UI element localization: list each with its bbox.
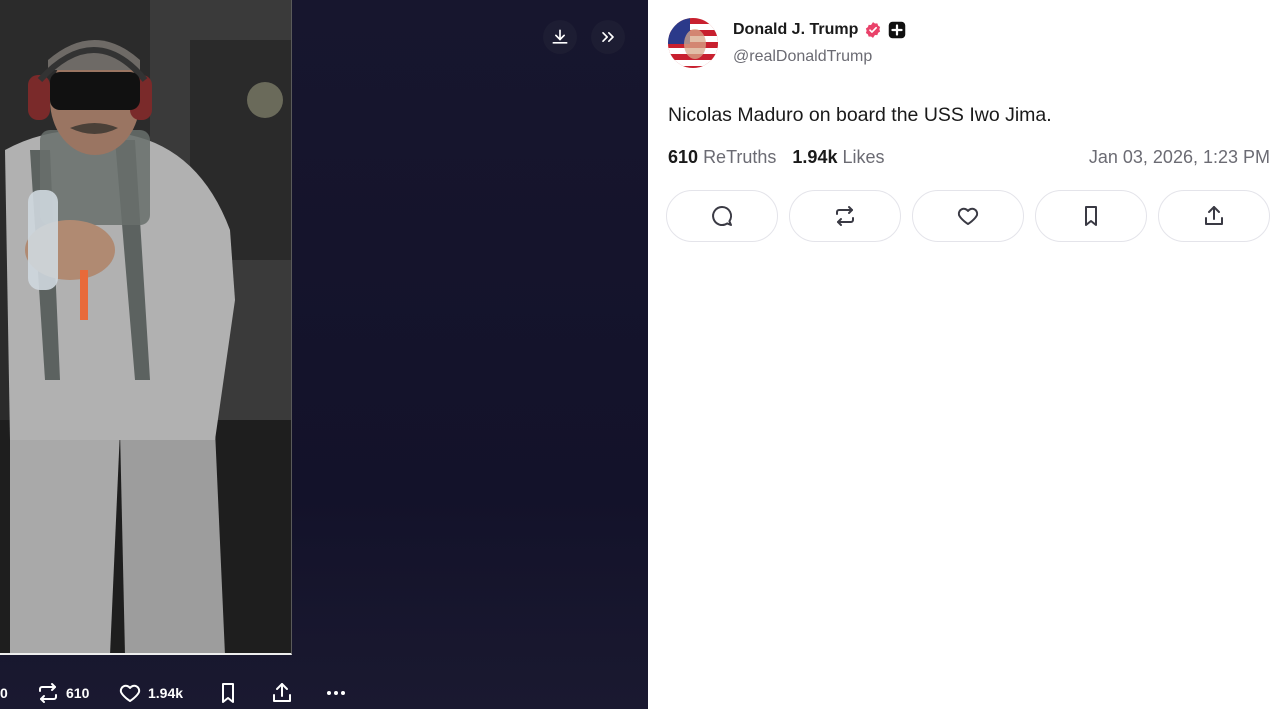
bookmark-icon (222, 682, 234, 703)
media-action-bar: 0 610 1.94k (0, 676, 648, 709)
post-timestamp[interactable]: Jan 03, 2026, 1:23 PM (1089, 147, 1270, 168)
media-bookmark-button[interactable] (216, 681, 240, 705)
bookmark-icon (1085, 206, 1097, 226)
author-handle[interactable]: @realDonaldTrump (733, 48, 872, 66)
plus-badge-icon (889, 21, 906, 39)
media-viewer: 0 610 1.94k (0, 0, 648, 709)
download-icon (552, 29, 568, 44)
post-photo[interactable] (0, 0, 292, 655)
retruths-value: 610 (668, 147, 699, 167)
media-reply-button[interactable]: 0 (0, 685, 8, 701)
share-button[interactable] (1158, 190, 1270, 242)
reply-icon (712, 205, 733, 226)
retruth-icon (836, 206, 854, 226)
heart-icon (957, 207, 979, 225)
post-text: Nicolas Maduro on board the USS Iwo Jima… (668, 104, 1052, 126)
media-retruth-count: 610 (66, 684, 90, 701)
author-name-row[interactable]: Donald J. Trump (733, 21, 906, 39)
media-retruth-button[interactable]: 610 (36, 681, 89, 705)
media-like-button[interactable]: 1.94k (118, 681, 183, 705)
author-name: Donald J. Trump (733, 21, 859, 38)
share-icon (1205, 206, 1223, 225)
share-icon (273, 682, 291, 702)
likes-stat[interactable]: 1.94k Likes (792, 147, 884, 168)
retruth-icon (39, 682, 57, 703)
bookmark-button[interactable] (1035, 190, 1147, 242)
likes-label: Likes (842, 147, 885, 167)
collapse-media-button[interactable] (591, 20, 625, 54)
chevrons-right-icon (602, 32, 614, 43)
likes-value: 1.94k (792, 147, 838, 167)
like-button[interactable] (912, 190, 1024, 242)
media-like-count: 1.94k (148, 684, 184, 701)
media-share-button[interactable] (270, 681, 294, 705)
photo-image (0, 0, 291, 653)
verified-badge-icon (866, 22, 881, 38)
more-icon (327, 690, 345, 695)
download-button[interactable] (543, 20, 577, 54)
retruth-button[interactable] (789, 190, 901, 242)
media-reply-count: 0 (0, 684, 8, 701)
post-detail: Donald J. Trump @realDonaldTrump Nicolas… (648, 0, 1280, 709)
retruths-label: ReTruths (703, 147, 777, 167)
retruths-stat[interactable]: 610 ReTruths (668, 147, 776, 168)
post-action-bar (666, 190, 1270, 242)
reply-button[interactable] (666, 190, 778, 242)
avatar-image (668, 18, 718, 68)
media-more-button[interactable] (324, 681, 348, 705)
avatar[interactable] (668, 18, 718, 68)
heart-icon (119, 684, 141, 702)
post-stats: 610 ReTruths 1.94k Likes (668, 147, 885, 168)
